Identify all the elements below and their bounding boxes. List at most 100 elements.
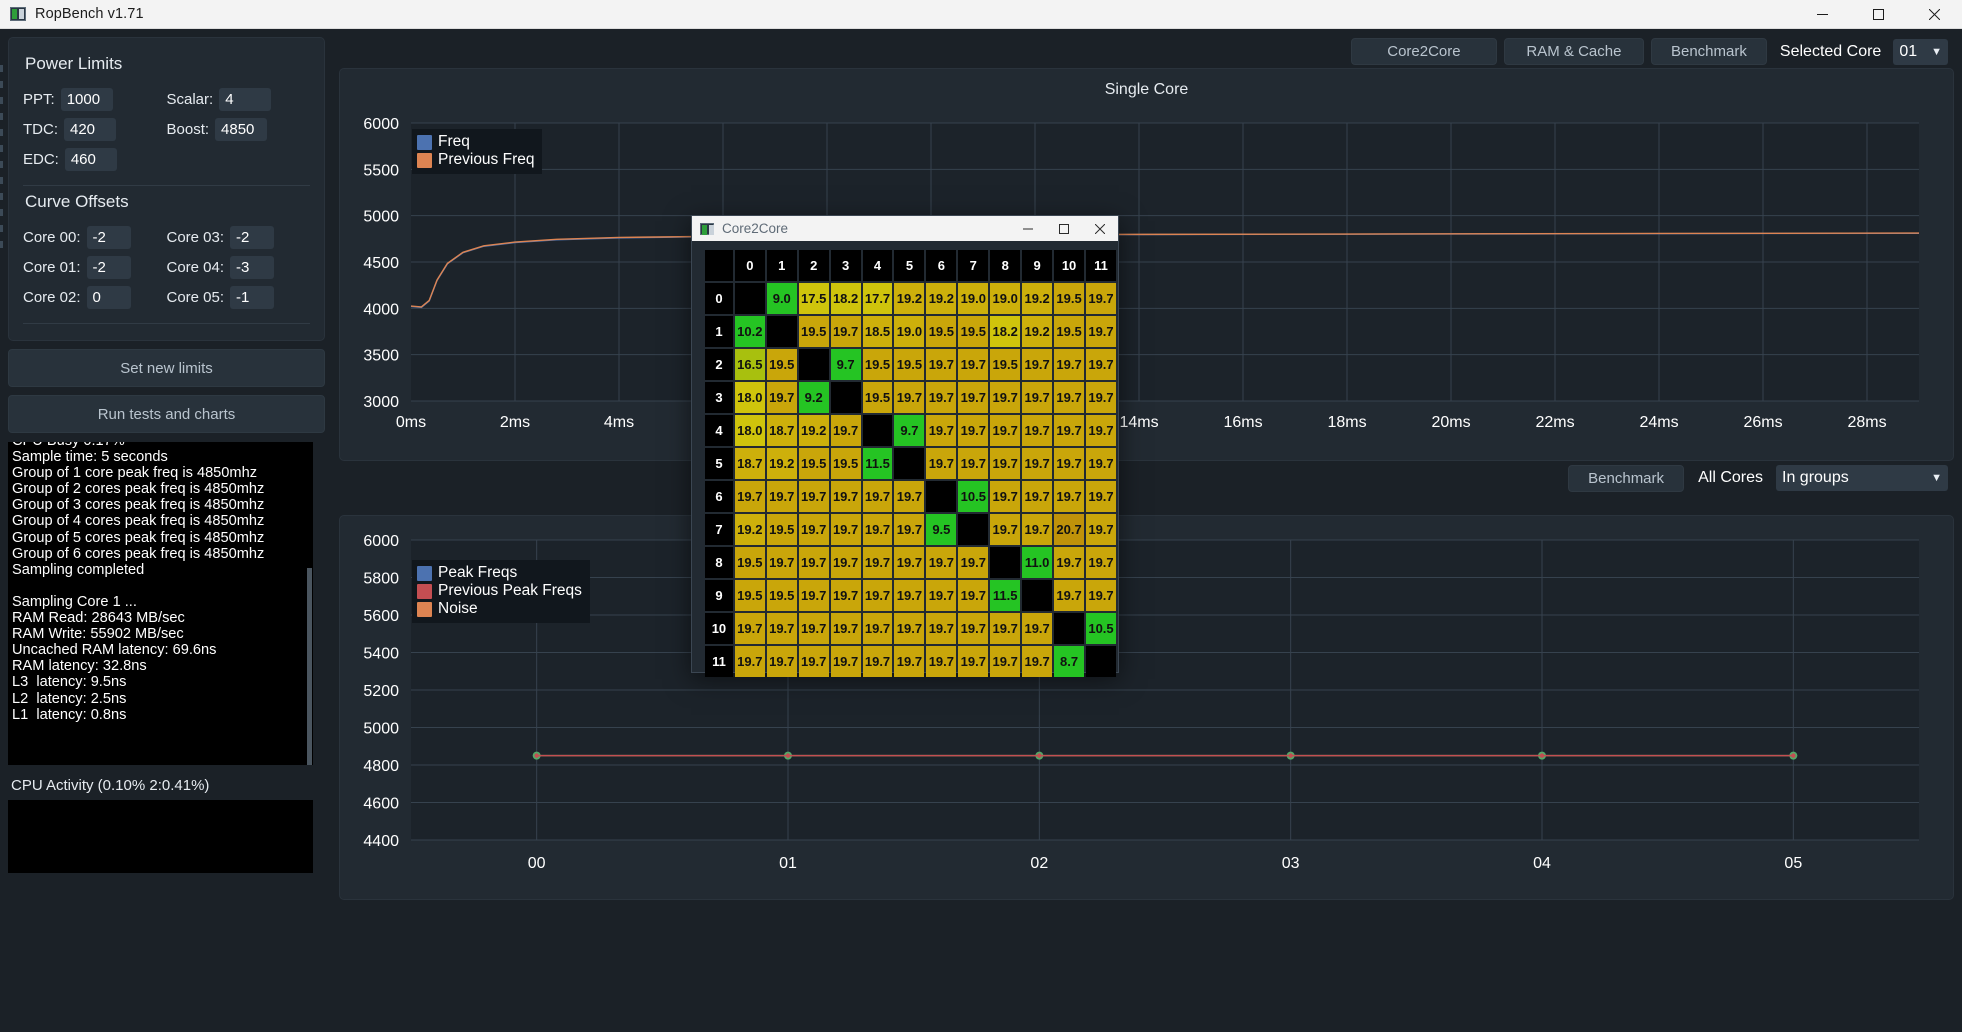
core2core-maximize-button[interactable] xyxy=(1046,216,1082,241)
matrix-cell[interactable]: 19.7 xyxy=(1086,382,1116,413)
core-04-input[interactable]: -3 xyxy=(230,256,275,279)
boost-input[interactable]: 4850 xyxy=(215,118,268,141)
matrix-cell[interactable]: 17.7 xyxy=(862,283,893,314)
matrix-cell[interactable]: 10.2 xyxy=(734,316,765,347)
matrix-cell[interactable]: 19.2 xyxy=(766,448,797,479)
matrix-cell[interactable]: 19.7 xyxy=(798,514,829,545)
matrix-cell[interactable]: 19.7 xyxy=(926,382,957,413)
matrix-cell[interactable]: 19.2 xyxy=(894,283,925,314)
matrix-cell[interactable] xyxy=(830,382,861,413)
matrix-cell[interactable]: 18.2 xyxy=(830,283,861,314)
matrix-cell[interactable]: 19.7 xyxy=(798,481,829,512)
matrix-cell[interactable]: 19.7 xyxy=(1086,580,1116,611)
matrix-cell[interactable]: 19.7 xyxy=(862,613,893,644)
matrix-cell[interactable]: 19.7 xyxy=(958,547,989,578)
matrix-cell[interactable]: 19.7 xyxy=(926,349,957,380)
log-console[interactable]: CPU Busy 0.17% Sample time: 5 seconds Gr… xyxy=(8,442,313,765)
matrix-cell[interactable]: 19.7 xyxy=(894,613,925,644)
log-console-scrollbar[interactable] xyxy=(306,442,313,765)
matrix-cell[interactable]: 19.2 xyxy=(734,514,765,545)
set-new-limits-button[interactable]: Set new limits xyxy=(8,349,325,387)
matrix-cell[interactable]: 19.7 xyxy=(1086,316,1116,347)
matrix-cell[interactable]: 19.7 xyxy=(894,514,925,545)
matrix-cell[interactable]: 19.5 xyxy=(734,547,765,578)
matrix-cell[interactable]: 19.7 xyxy=(830,580,861,611)
matrix-cell[interactable]: 11.5 xyxy=(862,448,893,479)
matrix-cell[interactable] xyxy=(1022,580,1053,611)
sidebar-scroll-marks[interactable] xyxy=(0,65,5,705)
matrix-cell[interactable] xyxy=(990,547,1021,578)
matrix-cell[interactable] xyxy=(734,283,765,314)
matrix-cell[interactable]: 9.5 xyxy=(926,514,957,545)
matrix-cell[interactable]: 19.0 xyxy=(990,283,1021,314)
matrix-cell[interactable]: 18.0 xyxy=(734,382,765,413)
matrix-cell[interactable]: 19.7 xyxy=(862,547,893,578)
matrix-cell[interactable]: 19.7 xyxy=(862,514,893,545)
matrix-cell[interactable]: 19.7 xyxy=(894,580,925,611)
matrix-cell[interactable]: 19.7 xyxy=(990,481,1021,512)
group-mode-dropdown[interactable]: In groups ▼ xyxy=(1776,465,1948,491)
core2core-button[interactable]: Core2Core xyxy=(1350,38,1497,65)
matrix-cell[interactable]: 19.5 xyxy=(830,448,861,479)
matrix-cell[interactable]: 19.7 xyxy=(830,514,861,545)
benchmark-button-top[interactable]: Benchmark xyxy=(1650,38,1767,65)
core-03-input[interactable]: -2 xyxy=(230,226,275,249)
matrix-cell[interactable]: 19.7 xyxy=(862,646,893,677)
matrix-cell[interactable]: 19.7 xyxy=(862,481,893,512)
matrix-cell[interactable]: 19.7 xyxy=(798,580,829,611)
run-tests-button[interactable]: Run tests and charts xyxy=(8,395,325,433)
matrix-cell[interactable]: 19.7 xyxy=(926,580,957,611)
matrix-cell[interactable]: 10.5 xyxy=(958,481,989,512)
matrix-cell[interactable]: 19.7 xyxy=(798,646,829,677)
matrix-cell[interactable]: 19.7 xyxy=(1054,349,1085,380)
matrix-cell[interactable]: 19.7 xyxy=(990,514,1021,545)
matrix-cell[interactable]: 19.7 xyxy=(766,613,797,644)
matrix-cell[interactable]: 19.5 xyxy=(862,382,893,413)
matrix-cell[interactable]: 19.7 xyxy=(1022,514,1053,545)
benchmark-button-mid[interactable]: Benchmark xyxy=(1568,464,1685,492)
maximize-button[interactable] xyxy=(1850,0,1906,29)
matrix-cell[interactable]: 19.5 xyxy=(1054,283,1085,314)
matrix-cell[interactable]: 19.7 xyxy=(1086,448,1116,479)
matrix-cell[interactable]: 19.7 xyxy=(1086,547,1116,578)
matrix-cell[interactable]: 19.7 xyxy=(926,448,957,479)
matrix-cell[interactable] xyxy=(926,481,957,512)
matrix-cell[interactable]: 19.7 xyxy=(958,580,989,611)
matrix-cell[interactable]: 19.7 xyxy=(862,580,893,611)
matrix-cell[interactable]: 19.7 xyxy=(1022,481,1053,512)
matrix-cell[interactable] xyxy=(958,514,989,545)
matrix-cell[interactable]: 17.5 xyxy=(798,283,829,314)
matrix-cell[interactable]: 19.7 xyxy=(1022,382,1053,413)
matrix-cell[interactable] xyxy=(766,316,797,347)
matrix-cell[interactable]: 19.7 xyxy=(1086,481,1116,512)
matrix-cell[interactable]: 19.7 xyxy=(894,547,925,578)
matrix-cell[interactable]: 19.7 xyxy=(1022,448,1053,479)
matrix-cell[interactable]: 19.5 xyxy=(926,316,957,347)
core-00-input[interactable]: -2 xyxy=(86,226,131,249)
matrix-cell[interactable] xyxy=(798,349,829,380)
ppt-input[interactable]: 1000 xyxy=(60,88,113,111)
matrix-cell[interactable]: 19.7 xyxy=(990,613,1021,644)
matrix-cell[interactable]: 19.7 xyxy=(926,613,957,644)
matrix-cell[interactable] xyxy=(1054,613,1085,644)
matrix-cell[interactable]: 19.7 xyxy=(926,547,957,578)
matrix-cell[interactable]: 19.7 xyxy=(958,613,989,644)
matrix-cell[interactable]: 19.7 xyxy=(766,382,797,413)
matrix-cell[interactable]: 19.7 xyxy=(894,481,925,512)
core-05-input[interactable]: -1 xyxy=(230,286,275,309)
matrix-cell[interactable]: 19.5 xyxy=(990,349,1021,380)
matrix-cell[interactable]: 18.5 xyxy=(862,316,893,347)
matrix-cell[interactable]: 19.7 xyxy=(958,349,989,380)
matrix-cell[interactable]: 19.7 xyxy=(734,613,765,644)
matrix-cell[interactable]: 19.7 xyxy=(1054,547,1085,578)
matrix-cell[interactable]: 19.7 xyxy=(798,547,829,578)
matrix-cell[interactable]: 9.7 xyxy=(830,349,861,380)
matrix-cell[interactable]: 10.5 xyxy=(1086,613,1116,644)
matrix-cell[interactable]: 19.7 xyxy=(990,448,1021,479)
matrix-cell[interactable]: 19.7 xyxy=(798,613,829,644)
matrix-cell[interactable]: 19.5 xyxy=(798,448,829,479)
matrix-cell[interactable]: 19.7 xyxy=(766,481,797,512)
matrix-cell[interactable]: 19.2 xyxy=(1022,316,1053,347)
matrix-cell[interactable]: 19.7 xyxy=(958,382,989,413)
matrix-cell[interactable]: 18.0 xyxy=(734,415,765,446)
